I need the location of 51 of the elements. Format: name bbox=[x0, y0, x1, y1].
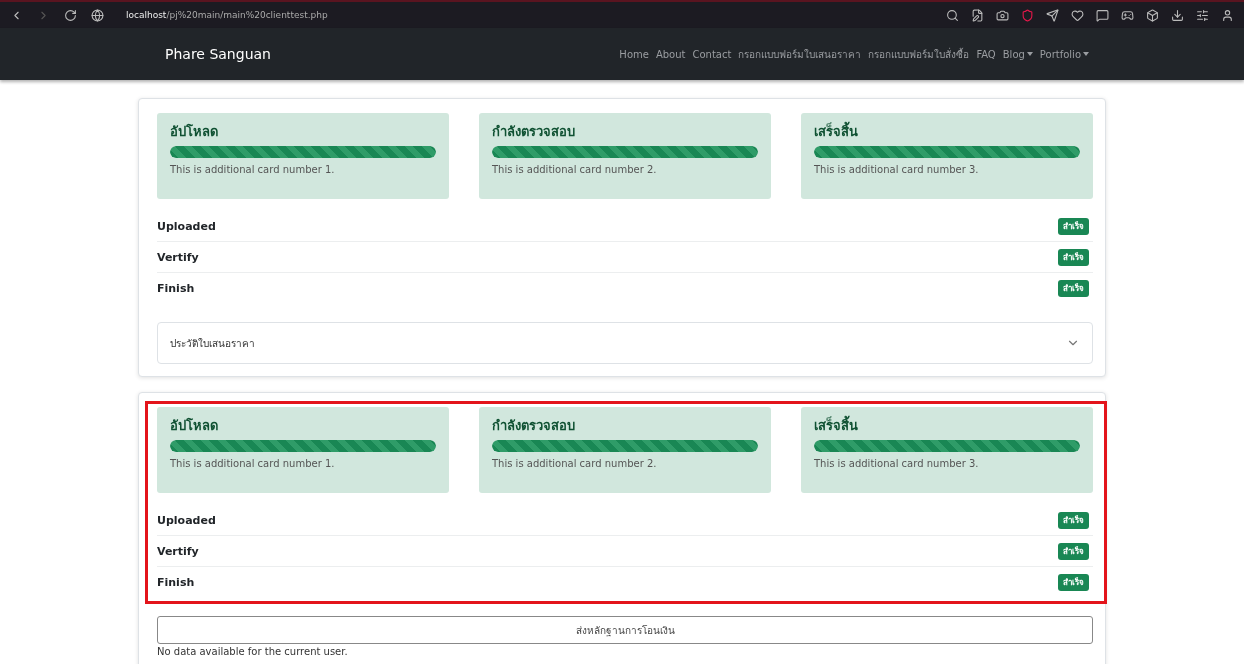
accordion-header[interactable]: ประวัติใบเสนอราคา bbox=[157, 322, 1093, 364]
settings-icon[interactable] bbox=[1196, 8, 1209, 22]
step-label: Finish bbox=[157, 281, 195, 295]
stage-title: เสร็จสิ้น bbox=[814, 415, 1080, 436]
status-badge: สำเร็จ bbox=[1058, 217, 1089, 235]
step-label: Vertify bbox=[157, 250, 199, 264]
reload-icon[interactable] bbox=[64, 8, 77, 22]
stage-text: This is additional card number 3. bbox=[814, 164, 980, 175]
step-label: Uploaded bbox=[157, 513, 216, 527]
stage-text: This is additional card number 2. bbox=[492, 164, 658, 175]
nav-link[interactable]: Portfolio bbox=[1039, 48, 1089, 60]
status-badge: สำเร็จ bbox=[1058, 248, 1089, 266]
nav-link[interactable]: About bbox=[655, 48, 686, 60]
stage-title: เสร็จสิ้น bbox=[814, 121, 1080, 142]
status-badge: สำเร็จ bbox=[1058, 279, 1089, 297]
status-badge: สำเร็จ bbox=[1058, 542, 1089, 560]
cube-icon[interactable] bbox=[1146, 8, 1159, 22]
chat-icon[interactable] bbox=[1096, 8, 1109, 22]
camera-icon[interactable] bbox=[996, 8, 1009, 22]
profile-icon[interactable] bbox=[1221, 8, 1234, 22]
nav-link[interactable]: Home bbox=[619, 48, 649, 60]
upload-button[interactable]: ส่งหลักฐานการโอนเงิน bbox=[157, 616, 1093, 644]
stage-text: This is additional card number 3. bbox=[814, 458, 980, 469]
gamepad-icon[interactable] bbox=[1121, 8, 1134, 22]
brand-name[interactable]: Phare Sanguan bbox=[165, 46, 613, 62]
stage-title: กำลังตรวจสอบ bbox=[492, 417, 576, 435]
stage-title: อัปโหลด bbox=[170, 417, 219, 435]
nav-link[interactable]: FAQ bbox=[976, 48, 996, 60]
search-icon[interactable] bbox=[946, 8, 959, 22]
status-badge: สำเร็จ bbox=[1058, 511, 1089, 529]
stage-text: This is additional card number 1. bbox=[170, 164, 336, 175]
address-bar[interactable]: localhost/pj%20main/main%20clienttest.php bbox=[126, 10, 932, 20]
stage-text: This is additional card number 2. bbox=[492, 458, 658, 469]
nav-link[interactable]: กรอกแบบฟอร์มใบสั่งซื้อ bbox=[868, 46, 970, 62]
heart-icon[interactable] bbox=[1071, 8, 1084, 22]
stage-title: อัปโหลด bbox=[170, 123, 219, 141]
nav-link[interactable]: Contact bbox=[692, 48, 732, 60]
step-label: Vertify bbox=[157, 544, 199, 558]
nav-link[interactable]: Blog bbox=[1002, 48, 1033, 60]
step-label: Finish bbox=[157, 575, 195, 589]
send-icon[interactable] bbox=[1046, 8, 1059, 22]
step-label: Uploaded bbox=[157, 219, 216, 233]
status-badge: สำเร็จ bbox=[1058, 573, 1089, 591]
nav-link[interactable]: กรอกแบบฟอร์มใบเสนอราคา bbox=[738, 46, 862, 62]
stage-title: กำลังตรวจสอบ bbox=[492, 123, 576, 141]
globe-icon[interactable] bbox=[91, 8, 104, 22]
empty-message: No data available for the current user. bbox=[157, 646, 349, 657]
shield-icon[interactable] bbox=[1021, 8, 1034, 22]
download-icon[interactable] bbox=[1171, 8, 1184, 22]
edit-icon[interactable] bbox=[971, 8, 984, 22]
stage-text: This is additional card number 1. bbox=[170, 458, 336, 469]
